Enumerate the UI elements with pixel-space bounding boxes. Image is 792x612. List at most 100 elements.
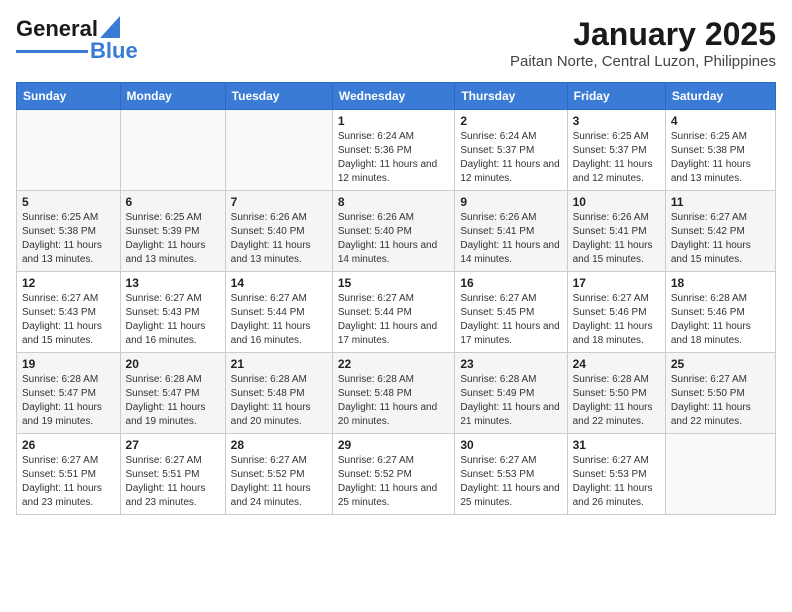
day-info: Sunrise: 6:27 AM Sunset: 5:53 PM Dayligh… [460, 454, 561, 510]
calendar-cell: 27 Sunrise: 6:27 AM Sunset: 5:51 PM Dayli… [120, 434, 225, 515]
day-number: 25 [671, 357, 770, 371]
calendar-week-row: 12Sunrise: 6:27 AM Sunset: 5:43 PM Dayli… [17, 272, 776, 353]
calendar-cell: 16 Sunrise: 6:27 AM Sunset: 5:45 PM Dayli… [455, 272, 567, 353]
day-info: Sunrise: 6:25 AM Sunset: 5:38 PM Dayligh… [671, 130, 770, 186]
calendar-cell [665, 434, 775, 515]
col-tuesday: Tuesday [225, 83, 332, 110]
calendar-cell [225, 110, 332, 191]
day-info: Sunrise: 6:27 AM Sunset: 5:51 PM Dayligh… [22, 454, 115, 510]
calendar-cell: 29Sunrise: 6:27 AM Sunset: 5:52 PM Dayli… [332, 434, 455, 515]
calendar-title: January 2025 [510, 16, 776, 53]
calendar-cell: 31Sunrise: 6:27 AM Sunset: 5:53 PM Dayli… [567, 434, 665, 515]
day-number: 11 [671, 195, 770, 209]
calendar-cell: 22 Sunrise: 6:28 AM Sunset: 5:48 PM Dayli… [332, 353, 455, 434]
calendar-cell: 15Sunrise: 6:27 AM Sunset: 5:44 PM Dayli… [332, 272, 455, 353]
day-info: Sunrise: 6:27 AM Sunset: 5:45 PM Dayligh… [460, 292, 561, 348]
day-number: 29 [338, 438, 450, 452]
day-info: Sunrise: 6:27 AM Sunset: 5:44 PM Dayligh… [231, 292, 327, 348]
day-number: 3 [573, 114, 660, 128]
col-wednesday: Wednesday [332, 83, 455, 110]
day-number: 5 [22, 195, 115, 209]
day-number: 19 [22, 357, 115, 371]
day-info: Sunrise: 6:25 AM Sunset: 5:38 PM Dayligh… [22, 211, 115, 267]
day-info: Sunrise: 6:26 AM Sunset: 5:40 PM Dayligh… [338, 211, 450, 267]
day-number: 28 [231, 438, 327, 452]
day-number: 1 [338, 114, 450, 128]
calendar-cell: 3Sunrise: 6:25 AM Sunset: 5:37 PM Daylig… [567, 110, 665, 191]
calendar-cell: 14Sunrise: 6:27 AM Sunset: 5:44 PM Dayli… [225, 272, 332, 353]
day-info: Sunrise: 6:28 AM Sunset: 5:46 PM Dayligh… [671, 292, 770, 348]
calendar-week-row: 26 Sunrise: 6:27 AM Sunset: 5:51 PM Dayli… [17, 434, 776, 515]
day-info: Sunrise: 6:27 AM Sunset: 5:50 PM Dayligh… [671, 373, 770, 429]
day-info: Sunrise: 6:26 AM Sunset: 5:40 PM Dayligh… [231, 211, 327, 267]
day-info: Sunrise: 6:27 AM Sunset: 5:52 PM Dayligh… [231, 454, 327, 510]
col-friday: Friday [567, 83, 665, 110]
calendar-cell: 26 Sunrise: 6:27 AM Sunset: 5:51 PM Dayli… [17, 434, 121, 515]
day-info: Sunrise: 6:25 AM Sunset: 5:39 PM Dayligh… [126, 211, 220, 267]
calendar-cell: 30 Sunrise: 6:27 AM Sunset: 5:53 PM Dayli… [455, 434, 567, 515]
page-header: General Blue January 2025 Paitan Norte, … [16, 16, 776, 70]
day-number: 7 [231, 195, 327, 209]
calendar-week-row: 5 Sunrise: 6:25 AM Sunset: 5:38 PM Daylig… [17, 191, 776, 272]
day-info: Sunrise: 6:28 AM Sunset: 5:48 PM Dayligh… [231, 373, 327, 429]
calendar-cell: 25 Sunrise: 6:27 AM Sunset: 5:50 PM Dayli… [665, 353, 775, 434]
calendar-cell: 24 Sunrise: 6:28 AM Sunset: 5:50 PM Dayli… [567, 353, 665, 434]
calendar-cell: 17Sunrise: 6:27 AM Sunset: 5:46 PM Dayli… [567, 272, 665, 353]
calendar-cell: 5 Sunrise: 6:25 AM Sunset: 5:38 PM Daylig… [17, 191, 121, 272]
day-info: Sunrise: 6:28 AM Sunset: 5:48 PM Dayligh… [338, 373, 450, 429]
day-number: 9 [460, 195, 561, 209]
calendar-cell: 28 Sunrise: 6:27 AM Sunset: 5:52 PM Dayli… [225, 434, 332, 515]
day-number: 30 [460, 438, 561, 452]
col-thursday: Thursday [455, 83, 567, 110]
calendar-cell: 4 Sunrise: 6:25 AM Sunset: 5:38 PM Daylig… [665, 110, 775, 191]
day-number: 27 [126, 438, 220, 452]
day-number: 18 [671, 276, 770, 290]
day-info: Sunrise: 6:28 AM Sunset: 5:47 PM Dayligh… [22, 373, 115, 429]
day-number: 13 [126, 276, 220, 290]
day-number: 6 [126, 195, 220, 209]
calendar-cell: 9 Sunrise: 6:26 AM Sunset: 5:41 PM Daylig… [455, 191, 567, 272]
day-info: Sunrise: 6:27 AM Sunset: 5:42 PM Dayligh… [671, 211, 770, 267]
calendar-cell: 20 Sunrise: 6:28 AM Sunset: 5:47 PM Dayli… [120, 353, 225, 434]
day-number: 21 [231, 357, 327, 371]
day-info: Sunrise: 6:27 AM Sunset: 5:53 PM Dayligh… [573, 454, 660, 510]
col-saturday: Saturday [665, 83, 775, 110]
day-number: 4 [671, 114, 770, 128]
calendar-cell: 12Sunrise: 6:27 AM Sunset: 5:43 PM Dayli… [17, 272, 121, 353]
logo: General Blue [16, 16, 138, 64]
calendar-table: Sunday Monday Tuesday Wednesday Thursday… [16, 82, 776, 515]
day-info: Sunrise: 6:28 AM Sunset: 5:47 PM Dayligh… [126, 373, 220, 429]
day-number: 22 [338, 357, 450, 371]
day-info: Sunrise: 6:24 AM Sunset: 5:37 PM Dayligh… [460, 130, 561, 186]
day-info: Sunrise: 6:28 AM Sunset: 5:49 PM Dayligh… [460, 373, 561, 429]
calendar-cell: 7 Sunrise: 6:26 AM Sunset: 5:40 PM Daylig… [225, 191, 332, 272]
col-sunday: Sunday [17, 83, 121, 110]
day-info: Sunrise: 6:24 AM Sunset: 5:36 PM Dayligh… [338, 130, 450, 186]
day-number: 20 [126, 357, 220, 371]
day-number: 2 [460, 114, 561, 128]
day-info: Sunrise: 6:27 AM Sunset: 5:51 PM Dayligh… [126, 454, 220, 510]
day-info: Sunrise: 6:26 AM Sunset: 5:41 PM Dayligh… [460, 211, 561, 267]
day-number: 8 [338, 195, 450, 209]
calendar-cell: 2 Sunrise: 6:24 AM Sunset: 5:37 PM Daylig… [455, 110, 567, 191]
day-number: 16 [460, 276, 561, 290]
calendar-cell: 23 Sunrise: 6:28 AM Sunset: 5:49 PM Dayli… [455, 353, 567, 434]
calendar-header-row: Sunday Monday Tuesday Wednesday Thursday… [17, 83, 776, 110]
calendar-subtitle: Paitan Norte, Central Luzon, Philippines [510, 53, 776, 70]
calendar-cell: 19 Sunrise: 6:28 AM Sunset: 5:47 PM Dayli… [17, 353, 121, 434]
day-number: 15 [338, 276, 450, 290]
calendar-cell: 8 Sunrise: 6:26 AM Sunset: 5:40 PM Daylig… [332, 191, 455, 272]
calendar-cell: 13 Sunrise: 6:27 AM Sunset: 5:43 PM Dayli… [120, 272, 225, 353]
calendar-cell: 21 Sunrise: 6:28 AM Sunset: 5:48 PM Dayli… [225, 353, 332, 434]
calendar-cell: 18 Sunrise: 6:28 AM Sunset: 5:46 PM Dayli… [665, 272, 775, 353]
day-info: Sunrise: 6:27 AM Sunset: 5:43 PM Dayligh… [126, 292, 220, 348]
calendar-week-row: 1 Sunrise: 6:24 AM Sunset: 5:36 PM Daylig… [17, 110, 776, 191]
calendar-cell: 10Sunrise: 6:26 AM Sunset: 5:41 PM Dayli… [567, 191, 665, 272]
day-info: Sunrise: 6:28 AM Sunset: 5:50 PM Dayligh… [573, 373, 660, 429]
day-info: Sunrise: 6:26 AM Sunset: 5:41 PM Dayligh… [573, 211, 660, 267]
day-number: 23 [460, 357, 561, 371]
day-info: Sunrise: 6:27 AM Sunset: 5:43 PM Dayligh… [22, 292, 115, 348]
logo-triangle-icon [100, 16, 120, 38]
day-number: 26 [22, 438, 115, 452]
day-number: 24 [573, 357, 660, 371]
